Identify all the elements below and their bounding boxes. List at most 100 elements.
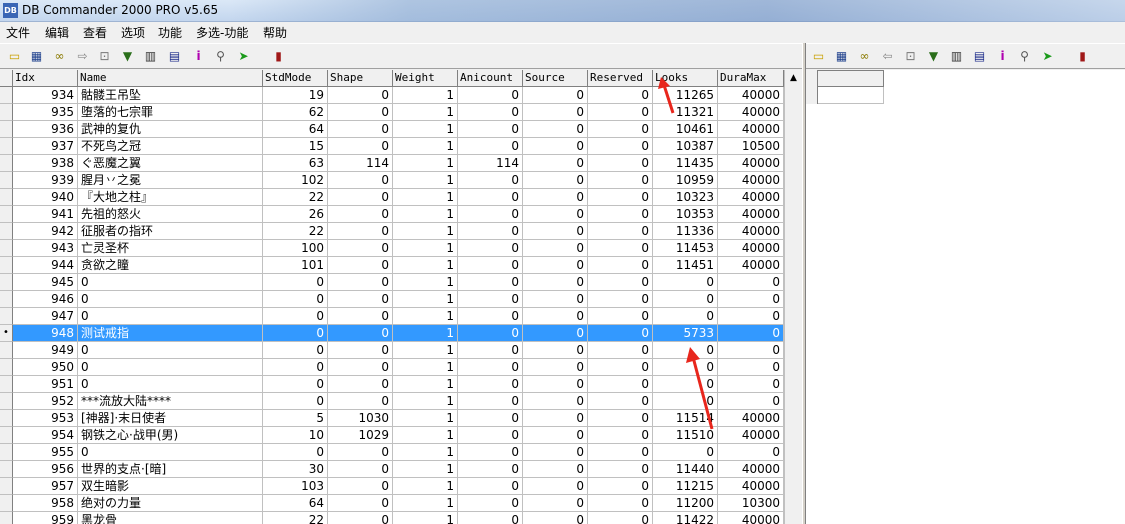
cell-name[interactable]: 贪欲之瞳 <box>78 257 263 274</box>
cell-shape[interactable]: 0 <box>328 274 393 291</box>
row-indicator[interactable] <box>0 223 13 240</box>
cell-looks[interactable]: 11510 <box>653 427 718 444</box>
table-row[interactable]: 945 0 0 0 1 0 0 0 0 0 <box>0 274 784 291</box>
cell-idx[interactable]: 952 <box>13 393 78 410</box>
row-indicator[interactable] <box>0 172 13 189</box>
cell-anicount[interactable]: 0 <box>458 393 523 410</box>
table-row[interactable]: 959 黑龙骨 22 0 1 0 0 0 11422 40000 <box>0 512 784 524</box>
cell-reserved[interactable]: 0 <box>588 257 653 274</box>
cell-duramax[interactable]: 0 <box>718 393 784 410</box>
row-indicator[interactable] <box>0 410 13 427</box>
cell-anicount[interactable]: 0 <box>458 87 523 104</box>
menu-file[interactable]: 文件 <box>6 24 30 41</box>
table-row[interactable]: 946 0 0 0 1 0 0 0 0 0 <box>0 291 784 308</box>
cell-name[interactable]: 0 <box>78 291 263 308</box>
cell-weight[interactable]: 1 <box>393 240 458 257</box>
cell-weight[interactable]: 1 <box>393 257 458 274</box>
cell-shape[interactable]: 0 <box>328 121 393 138</box>
cell-stdmode[interactable]: 30 <box>263 461 328 478</box>
cell-source[interactable]: 0 <box>523 444 588 461</box>
row-indicator[interactable] <box>0 359 13 376</box>
scroll-up-icon[interactable]: ▲ <box>785 70 802 87</box>
cell-name[interactable]: 双生暗影 <box>78 478 263 495</box>
cell-source[interactable]: 0 <box>523 393 588 410</box>
cell-duramax[interactable]: 40000 <box>718 512 784 524</box>
cell-idx[interactable]: 949 <box>13 342 78 359</box>
table-row[interactable]: 951 0 0 0 1 0 0 0 0 0 <box>0 376 784 393</box>
cell-name[interactable]: 亡灵圣杯 <box>78 240 263 257</box>
filter-icon[interactable]: ▼ <box>119 48 136 65</box>
cell-reserved[interactable]: 0 <box>588 461 653 478</box>
cell-name[interactable]: 0 <box>78 359 263 376</box>
cell-looks[interactable]: 0 <box>653 342 718 359</box>
row-indicator[interactable] <box>0 138 13 155</box>
cell-shape[interactable]: 0 <box>328 138 393 155</box>
cell-name[interactable]: ***流放大陆**** <box>78 393 263 410</box>
row-indicator[interactable] <box>0 512 13 524</box>
cell-duramax[interactable]: 10300 <box>718 495 784 512</box>
cell-weight[interactable]: 1 <box>393 206 458 223</box>
cell-stdmode[interactable]: 0 <box>263 325 328 342</box>
column-icon[interactable]: ▤ <box>166 48 183 65</box>
cell-reserved[interactable]: 0 <box>588 223 653 240</box>
cell-duramax[interactable]: 0 <box>718 444 784 461</box>
cell-idx[interactable]: 935 <box>13 104 78 121</box>
cell-weight[interactable]: 1 <box>393 461 458 478</box>
cell-shape[interactable]: 0 <box>328 223 393 240</box>
table-row[interactable]: 955 0 0 0 1 0 0 0 0 0 <box>0 444 784 461</box>
cell-looks[interactable]: 0 <box>653 393 718 410</box>
table-row[interactable]: 944 贪欲之瞳 101 0 1 0 0 0 11451 40000 <box>0 257 784 274</box>
cell-looks[interactable]: 0 <box>653 274 718 291</box>
row-indicator[interactable] <box>0 121 13 138</box>
cell-shape[interactable]: 0 <box>328 478 393 495</box>
cell-idx[interactable]: 940 <box>13 189 78 206</box>
cell-shape[interactable]: 0 <box>328 308 393 325</box>
cell-stdmode[interactable]: 101 <box>263 257 328 274</box>
cell-anicount[interactable]: 0 <box>458 495 523 512</box>
cell-looks[interactable]: 11453 <box>653 240 718 257</box>
cell-idx[interactable]: 941 <box>13 206 78 223</box>
cell-anicount[interactable]: 0 <box>458 206 523 223</box>
cell-name[interactable]: 先祖的怒火 <box>78 206 263 223</box>
column-header-shape[interactable]: Shape <box>328 70 393 87</box>
cell-anicount[interactable]: 0 <box>458 359 523 376</box>
row-indicator[interactable] <box>0 342 13 359</box>
cell-shape[interactable]: 0 <box>328 87 393 104</box>
cell-looks[interactable]: 10353 <box>653 206 718 223</box>
cell-idx[interactable]: 942 <box>13 223 78 240</box>
menu-multi-select[interactable]: 多选-功能 <box>196 24 248 41</box>
cell-anicount[interactable]: 0 <box>458 189 523 206</box>
cell-source[interactable]: 0 <box>523 461 588 478</box>
cell-anicount[interactable]: 0 <box>458 121 523 138</box>
cell-name[interactable]: 腥月丷之冕 <box>78 172 263 189</box>
open-folder-icon[interactable]: ▭ <box>810 48 827 65</box>
cell-idx[interactable]: 939 <box>13 172 78 189</box>
row-indicator[interactable] <box>0 461 13 478</box>
column-header-duramax[interactable]: DuraMax <box>718 70 784 87</box>
cell-stdmode[interactable]: 19 <box>263 87 328 104</box>
cell-name[interactable]: 钢铁之心·战甲(男) <box>78 427 263 444</box>
cell-name[interactable]: 骷髅王吊坠 <box>78 87 263 104</box>
cell-reserved[interactable]: 0 <box>588 206 653 223</box>
cell-shape[interactable]: 0 <box>328 189 393 206</box>
menu-options[interactable]: 选项 <box>121 24 145 41</box>
trash-icon[interactable]: ▥ <box>948 48 965 65</box>
cell-idx[interactable]: 959 <box>13 512 78 524</box>
binoculars-icon[interactable]: ∞ <box>856 48 873 65</box>
cell-duramax[interactable]: 0 <box>718 274 784 291</box>
cell-source[interactable]: 0 <box>523 189 588 206</box>
cell-reserved[interactable]: 0 <box>588 87 653 104</box>
cell-weight[interactable]: 1 <box>393 427 458 444</box>
cell-weight[interactable]: 1 <box>393 359 458 376</box>
cell-stdmode[interactable]: 100 <box>263 240 328 257</box>
cell-looks[interactable]: 5733 <box>653 325 718 342</box>
run-icon[interactable]: ➤ <box>235 48 252 65</box>
cell-duramax[interactable]: 40000 <box>718 478 784 495</box>
cell-duramax[interactable]: 40000 <box>718 461 784 478</box>
cell-looks[interactable]: 11336 <box>653 223 718 240</box>
row-indicator[interactable] <box>0 427 13 444</box>
cell-name[interactable]: 堕落的七宗罪 <box>78 104 263 121</box>
arrow-icon[interactable]: ⇨ <box>74 48 91 65</box>
cell-shape[interactable]: 0 <box>328 461 393 478</box>
cell-stdmode[interactable]: 103 <box>263 478 328 495</box>
